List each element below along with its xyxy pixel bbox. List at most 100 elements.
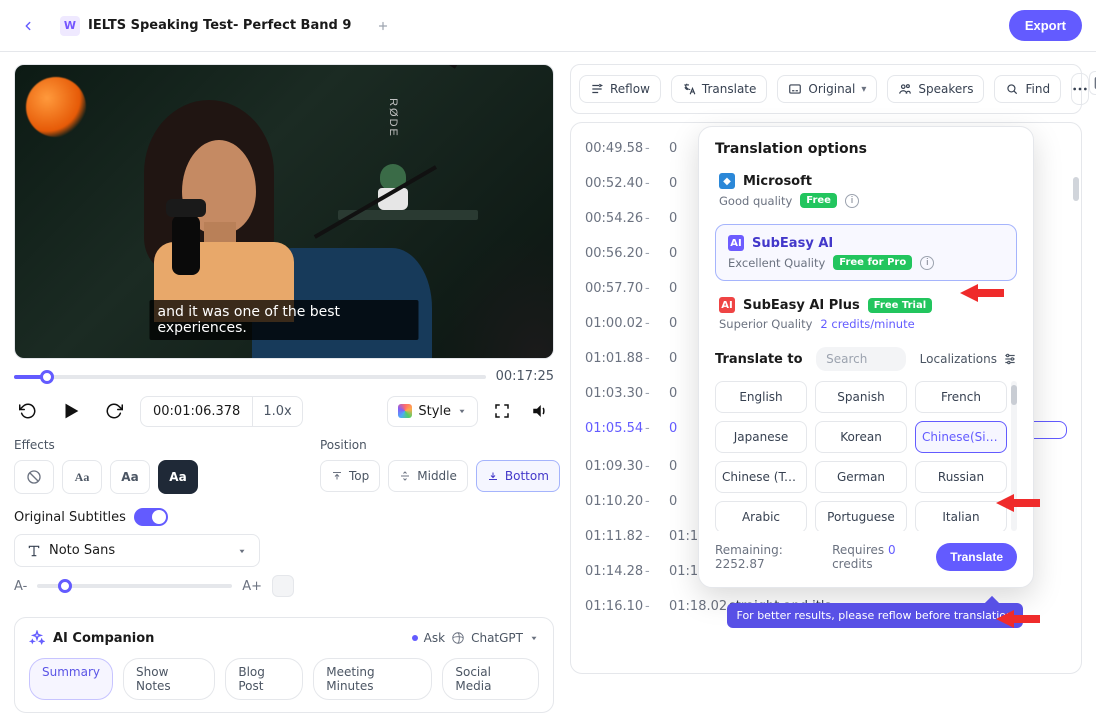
- language-option[interactable]: Arabic: [715, 501, 807, 531]
- position-top-label: Top: [349, 469, 369, 483]
- back-button[interactable]: [14, 12, 42, 40]
- sep-quality: Superior Quality: [719, 317, 812, 331]
- total-duration: 00:17:25: [496, 369, 554, 384]
- language-option[interactable]: Chinese(Simpl…: [915, 421, 1007, 453]
- size-increase[interactable]: A+: [242, 579, 262, 594]
- position-middle[interactable]: Middle: [388, 460, 468, 492]
- position-bottom[interactable]: Bottom: [476, 460, 560, 492]
- translation-option-subeasy-ai[interactable]: AISubEasy AI Excellent QualityFree for P…: [715, 224, 1017, 281]
- sep-credits: 2 credits/minute: [820, 317, 914, 331]
- reflow-button[interactable]: Reflow: [579, 75, 661, 103]
- segment-start: 01:01.88: [585, 351, 629, 366]
- remaining-label: Remaining:: [715, 543, 783, 557]
- current-time: 00:01:06.378: [141, 397, 252, 426]
- font-name: Noto Sans: [49, 543, 115, 558]
- segment-start: 00:56.20: [585, 246, 629, 261]
- layout-toggle[interactable]: [1089, 71, 1096, 95]
- video-caption: and it was one of the best experiences.: [150, 300, 419, 340]
- reflow-icon: [590, 82, 604, 96]
- language-option[interactable]: Portuguese: [815, 501, 907, 531]
- effect-none-button[interactable]: [14, 460, 54, 494]
- translate-label: Translate: [702, 82, 757, 96]
- font-select[interactable]: Noto Sans: [14, 534, 260, 567]
- ai-chip-blog-post[interactable]: Blog Post: [225, 658, 303, 700]
- timeline-track[interactable]: [14, 375, 486, 379]
- info-icon[interactable]: i: [920, 256, 934, 270]
- language-option[interactable]: French: [915, 381, 1007, 413]
- effects-title: Effects: [14, 438, 294, 452]
- find-button[interactable]: Find: [994, 75, 1061, 103]
- annotation-arrow: [996, 608, 1040, 630]
- ai-provider-select[interactable]: Ask ChatGPT: [412, 631, 539, 645]
- translate-to-label: Translate to: [715, 352, 803, 367]
- se-name: SubEasy AI: [752, 236, 833, 251]
- playback-rate[interactable]: 1.0x: [252, 397, 301, 426]
- top-bar: W IELTS Speaking Test- Perfect Band 9 Ex…: [0, 0, 1096, 52]
- segment-start: 00:57.70: [585, 281, 629, 296]
- type-icon: [27, 544, 41, 558]
- position-top[interactable]: Top: [320, 460, 380, 492]
- info-icon[interactable]: i: [845, 194, 859, 208]
- ai-chip-social-media[interactable]: Social Media: [442, 658, 539, 700]
- language-option[interactable]: English: [715, 381, 807, 413]
- language-option[interactable]: Russian: [915, 461, 1007, 493]
- timeline-knob[interactable]: [40, 370, 54, 384]
- sliders-icon: [1003, 352, 1017, 366]
- forward-button[interactable]: [100, 397, 128, 425]
- effect-outline-button[interactable]: Aa: [62, 460, 102, 494]
- segment-start: 01:03.30: [585, 386, 629, 401]
- segment-start: 01:05.54: [585, 421, 629, 436]
- chevron-down-icon: [457, 406, 467, 416]
- language-option[interactable]: Chinese (Tradi…: [715, 461, 807, 493]
- sparkles-icon: [29, 630, 45, 646]
- translation-popup-title: Translation options: [715, 141, 1017, 157]
- translation-option-microsoft[interactable]: ◆Microsoft Good qualityFreei: [715, 167, 1017, 214]
- sep-name: SubEasy AI Plus: [743, 298, 860, 313]
- fullscreen-button[interactable]: [488, 397, 516, 425]
- rewind-button[interactable]: [14, 397, 42, 425]
- effect-boxed-button[interactable]: Aa: [158, 460, 198, 494]
- original-subtitles-toggle[interactable]: [134, 508, 168, 526]
- translate-button[interactable]: Translate: [671, 75, 768, 103]
- language-option[interactable]: Korean: [815, 421, 907, 453]
- find-label: Find: [1025, 82, 1050, 96]
- original-dropdown[interactable]: Original ▾: [777, 75, 877, 103]
- openai-icon: [451, 631, 465, 645]
- style-chip[interactable]: Style: [387, 396, 478, 427]
- ai-chip-meeting-minutes[interactable]: Meeting Minutes: [313, 658, 432, 700]
- document-tab[interactable]: W IELTS Speaking Test- Perfect Band 9: [52, 12, 359, 40]
- ai-ask-label: Ask: [424, 631, 445, 645]
- video-player[interactable]: RØDE and it was one of the best experien…: [14, 64, 554, 359]
- language-option[interactable]: German: [815, 461, 907, 493]
- size-decrease[interactable]: A-: [14, 579, 27, 594]
- annotation-arrow: [996, 492, 1040, 514]
- speakers-button[interactable]: Speakers: [887, 75, 984, 103]
- ai-chip-summary[interactable]: Summary: [29, 658, 113, 700]
- language-option[interactable]: Japanese: [715, 421, 807, 453]
- color-swatch[interactable]: [272, 575, 294, 597]
- ai-chip-show-notes[interactable]: Show Notes: [123, 658, 215, 700]
- subeasy-ai-plus-icon: AI: [719, 297, 735, 313]
- se-badge: Free for Pro: [833, 255, 912, 270]
- more-icon: [1072, 87, 1088, 91]
- align-bottom-icon: [487, 470, 499, 482]
- original-label: Original: [808, 82, 855, 96]
- more-button[interactable]: [1071, 73, 1089, 105]
- speakers-icon: [898, 82, 912, 96]
- time-display: 00:01:06.378 1.0x: [140, 396, 303, 427]
- translate-confirm-button[interactable]: Translate: [936, 543, 1017, 571]
- font-size-slider[interactable]: [37, 584, 232, 588]
- language-option[interactable]: Italian: [915, 501, 1007, 531]
- new-tab-button[interactable]: [369, 12, 397, 40]
- play-button[interactable]: [54, 394, 88, 428]
- effect-plain-button[interactable]: Aa: [110, 460, 150, 494]
- volume-button[interactable]: [526, 397, 554, 425]
- transcript-scrollbar[interactable]: [1073, 131, 1079, 665]
- localizations-button[interactable]: Localizations: [920, 352, 1017, 366]
- language-option[interactable]: Spanish: [815, 381, 907, 413]
- language-search[interactable]: Search: [816, 347, 906, 371]
- export-button[interactable]: Export: [1009, 10, 1082, 41]
- ms-badge: Free: [800, 193, 837, 208]
- remaining-value: 2252.87: [715, 557, 765, 571]
- ai-title: AI Companion: [53, 631, 154, 646]
